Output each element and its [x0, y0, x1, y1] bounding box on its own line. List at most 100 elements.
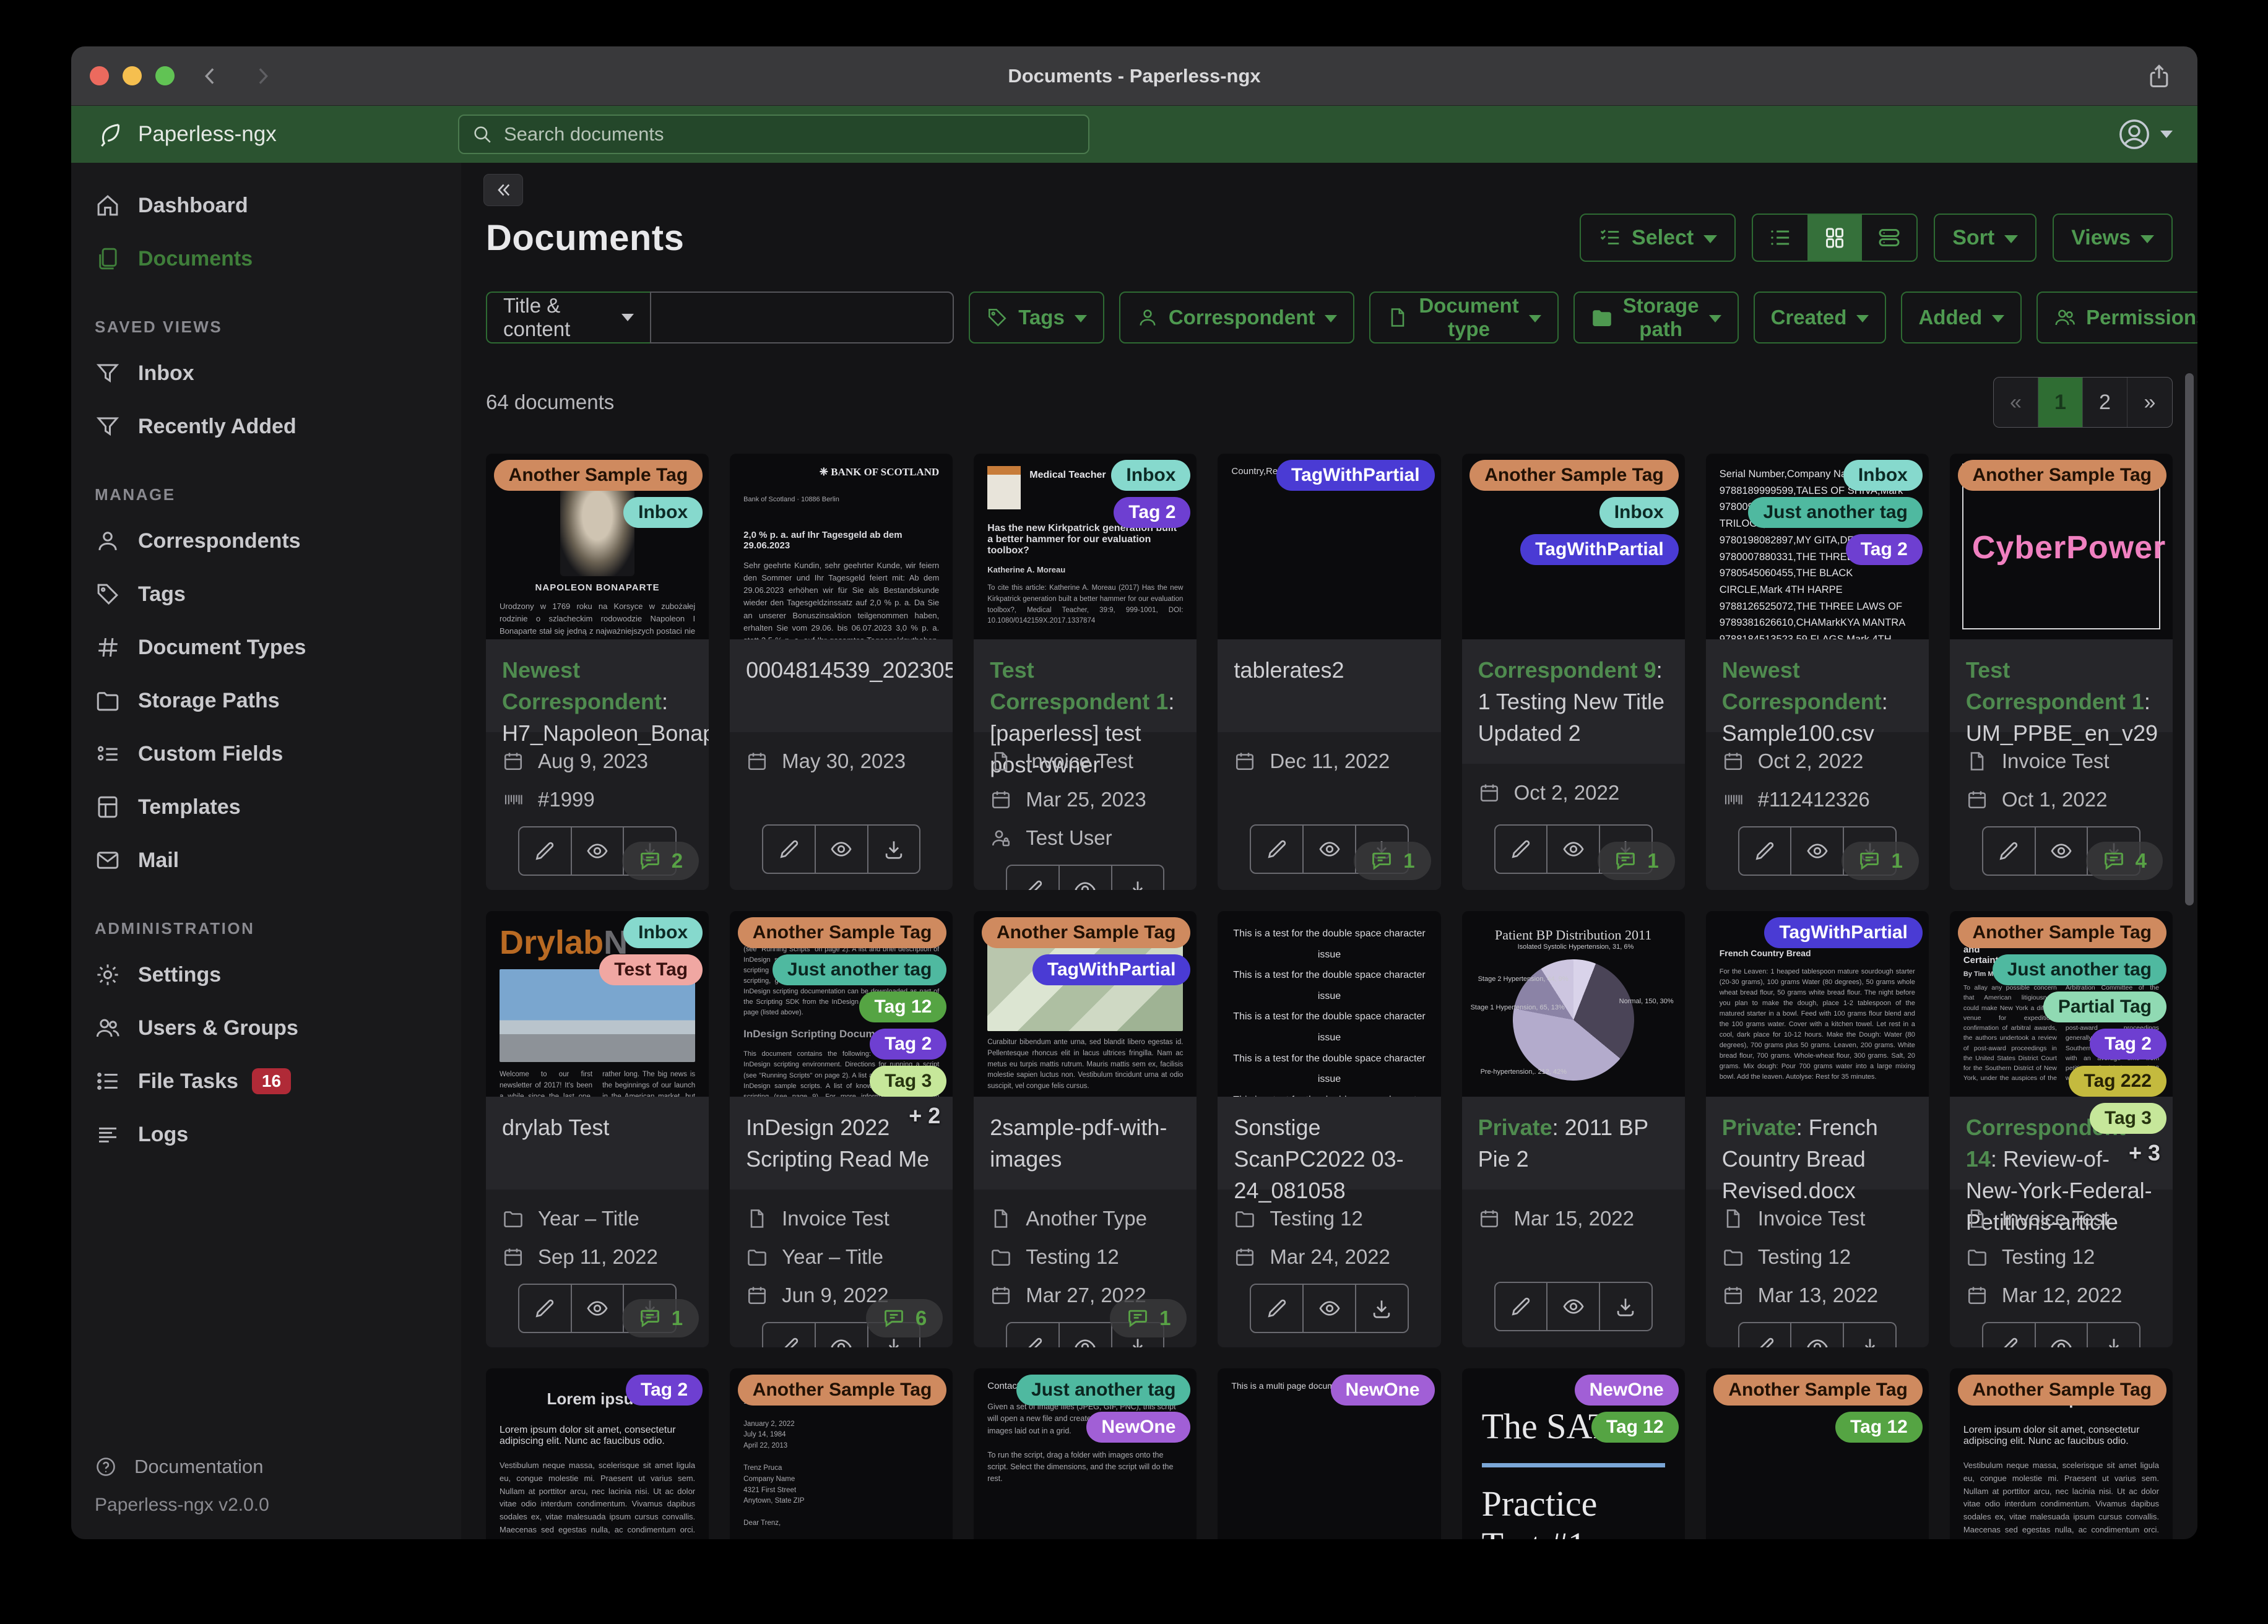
sidebar-item-document-types[interactable]: Document Types	[71, 621, 461, 674]
sidebar-item-mail[interactable]: Mail	[71, 834, 461, 887]
sidebar-item-documentation[interactable]: Documentation	[71, 1445, 461, 1488]
document-title[interactable]: Sonstige ScanPC2022 03-24_081058	[1218, 1097, 1440, 1190]
document-title[interactable]: 0004814539_20230531	[730, 639, 953, 732]
document-card[interactable]: This is a multi page document. Page 1. N…	[1218, 1368, 1440, 1539]
document-card[interactable]: Curabitur bibendum ante urna, sed blandi…	[974, 911, 1197, 1347]
sidebar-item-correspondents[interactable]: Correspondents	[71, 514, 461, 568]
tag-pill-partial-tag[interactable]: Partial Tag	[2043, 991, 2166, 1022]
tag-pill-newone[interactable]: NewOne	[1086, 1412, 1190, 1443]
comment-count-badge[interactable]: 1	[1354, 842, 1430, 880]
download-button[interactable]	[1356, 1284, 1409, 1333]
tag-pill-another-sample-tag[interactable]: Another Sample Tag	[982, 917, 1190, 948]
view-button[interactable]	[1060, 1322, 1112, 1347]
edit-button[interactable]	[1982, 826, 2036, 876]
document-thumbnail[interactable]: This is a test for the double space char…	[1218, 911, 1440, 1097]
document-card[interactable]: Country,Region/State," TagWithPartial 1 …	[1218, 454, 1440, 890]
created-filter-button[interactable]: Created	[1754, 292, 1887, 343]
correspondent-filter-button[interactable]: Correspondent	[1119, 292, 1355, 343]
document-title[interactable]: Newest Correspondent: Sample100.csv	[1706, 639, 1929, 732]
sidebar-item-documents[interactable]: Documents	[71, 232, 461, 285]
tag-pill-inbox[interactable]: Inbox	[623, 497, 703, 528]
edit-button[interactable]	[1250, 1284, 1304, 1333]
tag-pill-another-sample-tag[interactable]: Another Sample Tag	[1958, 1375, 2166, 1406]
document-card[interactable]: Review of of Arbitral Awards shows swift…	[1950, 911, 2173, 1347]
comment-count-badge[interactable]: 1	[1598, 842, 1674, 880]
edit-button[interactable]	[762, 824, 816, 874]
download-button[interactable]	[1844, 1322, 1897, 1347]
zoom-window-button[interactable]	[155, 66, 175, 85]
close-window-button[interactable]	[90, 66, 109, 85]
view-button[interactable]	[1547, 1282, 1600, 1331]
views-button[interactable]: Views	[2053, 214, 2173, 262]
tag-pill-tag-3[interactable]: Tag 3	[2090, 1103, 2166, 1134]
comment-count-badge[interactable]: 4	[2086, 842, 2163, 880]
edit-button[interactable]	[1250, 824, 1304, 874]
pagination-first[interactable]: «	[1994, 378, 2038, 427]
view-button[interactable]	[1547, 824, 1600, 874]
comment-count-badge[interactable]: 1	[622, 1299, 699, 1337]
document-title[interactable]: Private: 2011 BP Pie 2	[1462, 1097, 1685, 1190]
tag-pill-tag-2[interactable]: Tag 2	[1846, 534, 1923, 565]
view-button[interactable]	[1060, 865, 1112, 890]
document-title[interactable]: drylab Test	[486, 1097, 709, 1190]
tag-pill-tagwithpartial[interactable]: TagWithPartial	[1520, 534, 1679, 565]
edit-button[interactable]	[1494, 824, 1548, 874]
view-button[interactable]	[1791, 826, 1844, 876]
minimize-window-button[interactable]	[123, 66, 142, 85]
document-title[interactable]: Private: French Country Bread Revised.do…	[1706, 1097, 1929, 1190]
document-card[interactable]: Test Name123-456-7890 January 2, 2022 Ju…	[730, 1368, 953, 1539]
document-title[interactable]: Test Correspondent 1: [paperless] test p…	[974, 639, 1197, 732]
document-title[interactable]: 2sample-pdf-with-images	[974, 1097, 1197, 1190]
tag-pill-another-sample-tag[interactable]: Another Sample Tag	[1958, 460, 2166, 491]
edit-button[interactable]	[1738, 1322, 1792, 1347]
forward-icon[interactable]	[250, 64, 275, 89]
comment-count-badge[interactable]: 1	[1842, 842, 1918, 880]
document-card[interactable]: Serial Number,Company Name,Employee 9788…	[1706, 454, 1929, 890]
sidebar-item-storage-paths[interactable]: Storage Paths	[71, 674, 461, 727]
tag-pill-tagwithpartial[interactable]: TagWithPartial	[1276, 460, 1435, 491]
tag-pill-newone[interactable]: NewOne	[1331, 1375, 1435, 1406]
download-button[interactable]	[1112, 865, 1165, 890]
tag-pill-tag-2[interactable]: Tag 2	[1114, 497, 1190, 528]
document-thumbnail[interactable]: Patient BP Distribution 2011Normal, 150,…	[1462, 911, 1685, 1097]
edit-button[interactable]	[1982, 1322, 2036, 1347]
sidebar-item-settings[interactable]: Settings	[71, 948, 461, 1001]
document-card[interactable]: This document contains the following: A …	[730, 911, 953, 1347]
sidebar-item-file-tasks[interactable]: File Tasks16	[71, 1055, 461, 1108]
document-card[interactable]: Lorem ipsumLorem ipsum dolor sit amet, c…	[1950, 1368, 2173, 1539]
document-title[interactable]: Correspondent 9: 1 Testing New Title Upd…	[1462, 639, 1685, 764]
document-card[interactable]: Patient BP Distribution 2011Normal, 150,…	[1462, 911, 1685, 1347]
document-title[interactable]: Test Correspondent 1: UM_PPBE_en_v29	[1950, 639, 2173, 732]
document-title[interactable]: Newest Correspondent: H7_Napoleon_Bonapa…	[486, 639, 709, 732]
edit-button[interactable]	[1738, 826, 1792, 876]
sidebar-item-templates[interactable]: Templates	[71, 780, 461, 834]
back-icon[interactable]	[198, 64, 223, 89]
edit-button[interactable]	[1006, 865, 1060, 890]
view-button[interactable]	[816, 824, 868, 874]
tag-pill-tag-3[interactable]: Tag 3	[870, 1066, 946, 1097]
sort-button[interactable]: Sort	[1934, 214, 2036, 262]
tag-pill-newone[interactable]: NewOne	[1575, 1375, 1679, 1406]
scrollbar[interactable]	[2185, 373, 2194, 905]
pagination-page-1[interactable]: 1	[2038, 378, 2083, 427]
download-button[interactable]	[2088, 1322, 2140, 1347]
edit-button[interactable]	[518, 1284, 572, 1333]
user-menu[interactable]	[2117, 117, 2173, 152]
tag-pill-inbox[interactable]: Inbox	[1111, 460, 1190, 491]
tag-pill-test-tag[interactable]: Test Tag	[599, 954, 703, 985]
title-content-input[interactable]	[650, 292, 954, 343]
detail-view-button[interactable]	[1862, 215, 1916, 261]
edit-button[interactable]	[518, 826, 572, 876]
document-card[interactable]: Medical TeacherHas the new Kirkpatrick g…	[974, 454, 1197, 890]
select-button[interactable]: Select	[1580, 214, 1736, 262]
tags-filter-button[interactable]: Tags	[969, 292, 1104, 343]
sidebar-collapse-button[interactable]	[483, 174, 523, 206]
tag-pill-just-another-tag[interactable]: Just another tag	[1993, 954, 2166, 985]
view-button[interactable]	[572, 826, 625, 876]
download-button[interactable]	[868, 824, 921, 874]
view-button[interactable]	[2036, 826, 2088, 876]
list-view-button[interactable]	[1753, 215, 1807, 261]
sidebar-item-tags[interactable]: Tags	[71, 568, 461, 621]
tag-pill-tagwithpartial[interactable]: TagWithPartial	[1764, 917, 1923, 948]
tag-pill-just-another-tag[interactable]: Just another tag	[1016, 1375, 1190, 1406]
